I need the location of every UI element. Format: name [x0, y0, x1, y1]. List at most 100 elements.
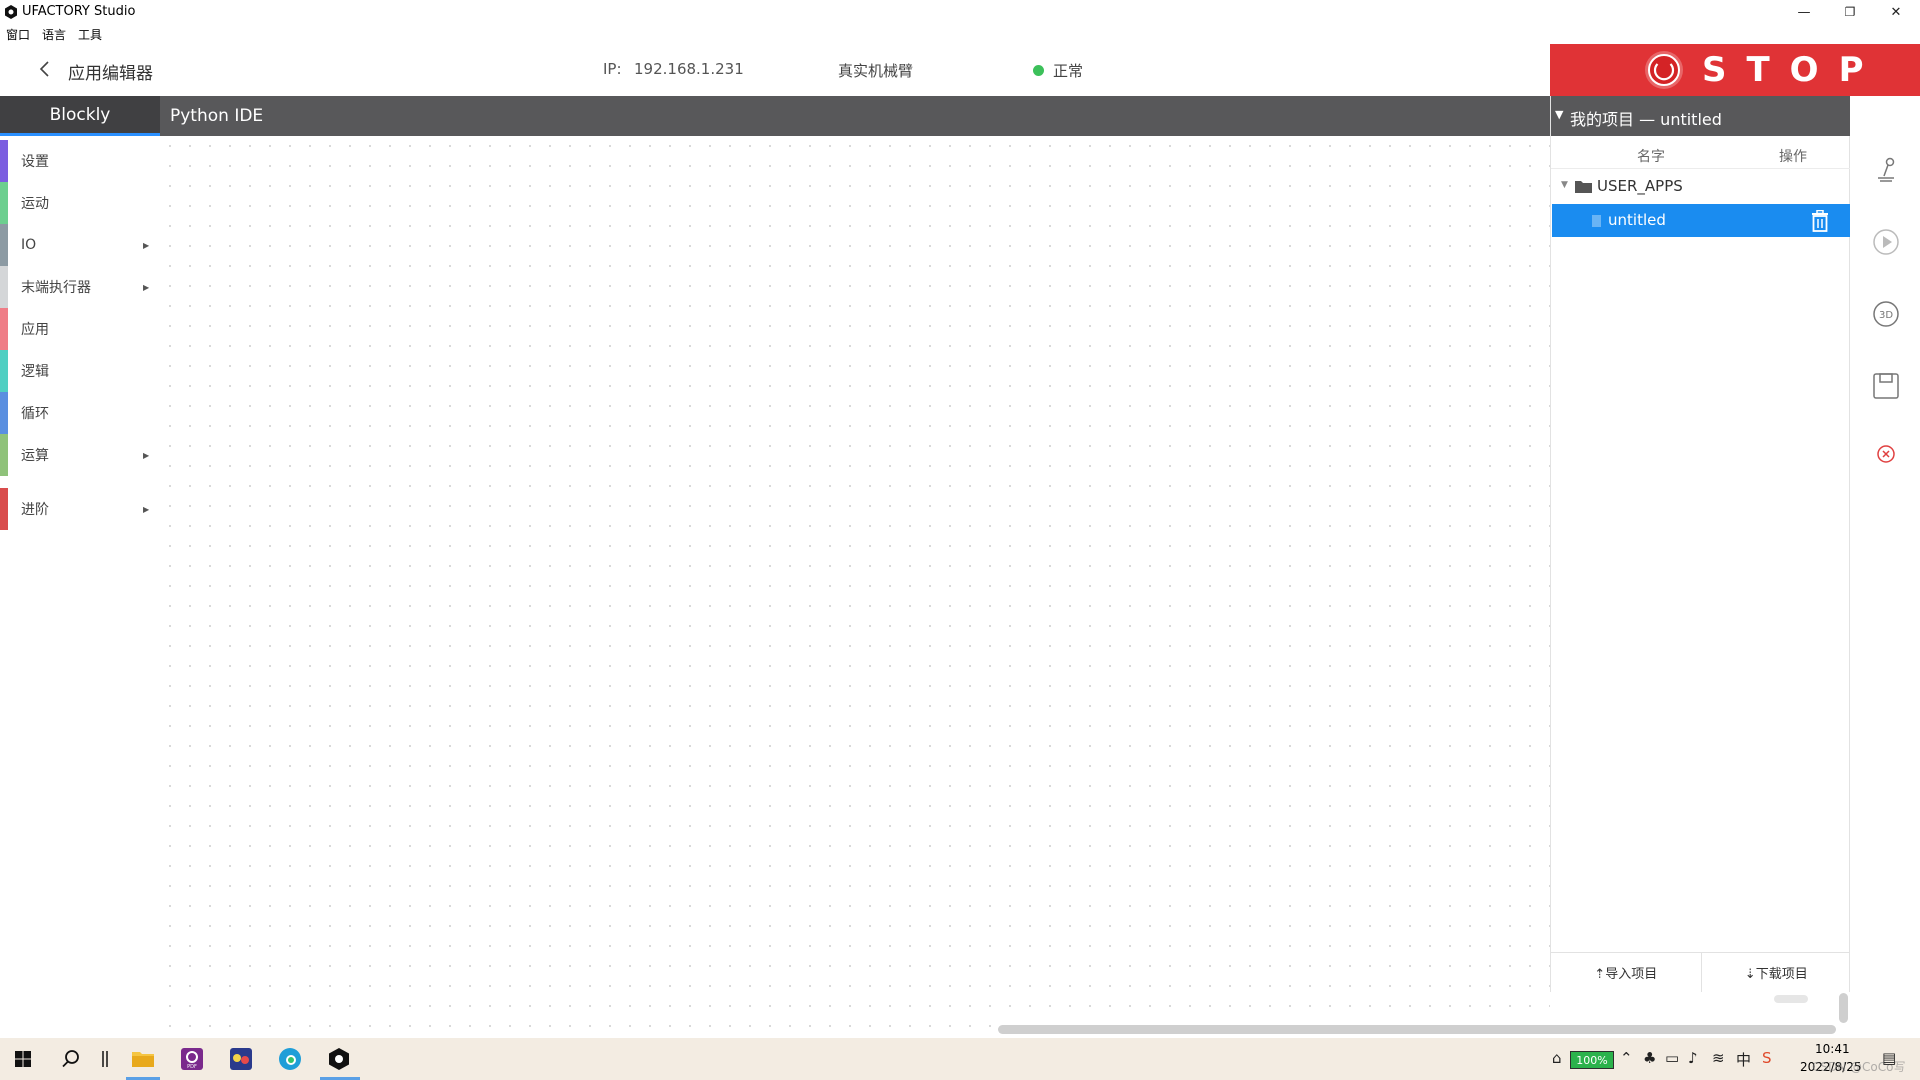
category-label: 应用	[21, 322, 49, 338]
clock-time[interactable]: 10:41	[1815, 1042, 1850, 1056]
category-label: 循环	[21, 406, 49, 422]
category-label: 末端执行器	[21, 280, 91, 296]
ip-label: IP:	[603, 60, 622, 78]
tree-folder-user-apps[interactable]: ▼ USER_APPS	[1551, 171, 1851, 201]
folder-icon	[1575, 181, 1592, 193]
editor-tabs: Blockly Python IDE	[0, 96, 1550, 136]
wifi-tray-icon[interactable]: ≋	[1712, 1049, 1725, 1067]
category-color-bar	[0, 224, 8, 266]
status-indicator	[1033, 65, 1044, 76]
import-project-button[interactable]: ⇡导入项目	[1551, 953, 1702, 992]
trash-can-flyout-handle[interactable]	[1774, 995, 1808, 1003]
robot-mode[interactable]: 真实机械臂	[838, 60, 913, 81]
power-tray-icon[interactable]: ▭	[1665, 1049, 1679, 1067]
window-title: UFACTORY Studio	[22, 4, 136, 19]
svg-text:PDF: PDF	[187, 1064, 197, 1070]
collapse-caret-icon: ▼	[1555, 108, 1564, 121]
category-application[interactable]: 应用	[0, 308, 160, 350]
file-label: untitled	[1608, 211, 1666, 229]
category-label: 设置	[21, 154, 49, 170]
menubar: 窗口 语言 工具	[0, 24, 1920, 44]
category-label: 进阶	[21, 502, 49, 518]
page-title: 应用编辑器	[68, 64, 153, 84]
submenu-arrow-icon: ▶	[143, 504, 150, 514]
submenu-arrow-icon: ▶	[143, 240, 150, 250]
column-name-header: 名字	[1637, 149, 1665, 165]
file-icon	[1592, 215, 1601, 227]
sogou-input-icon[interactable]: S	[1762, 1049, 1772, 1067]
usb-tray-icon[interactable]: ⌂	[1552, 1049, 1562, 1067]
close-circle-icon[interactable]	[1872, 440, 1900, 468]
project-panel-footer: ⇡导入项目 ⇣下载项目	[1551, 952, 1851, 992]
ip-address: 192.168.1.231	[634, 60, 744, 78]
workspace-vertical-scrollbar[interactable]	[1839, 993, 1848, 1023]
menu-tools[interactable]: 工具	[78, 26, 102, 43]
tree-file-untitled[interactable]: untitled	[1552, 204, 1850, 237]
category-color-bar	[0, 140, 8, 182]
column-action-header: 操作	[1779, 149, 1807, 165]
restore-button[interactable]: ❐	[1827, 0, 1873, 24]
category-color-bar	[0, 308, 8, 350]
task-view-icon[interactable]	[93, 1046, 119, 1072]
battery-indicator[interactable]: 100%	[1570, 1051, 1614, 1069]
project-panel: ▼ 我的项目 — untitled 名字 操作 ▼ USER_APPS unti…	[1550, 96, 1851, 992]
stop-label: STOP	[1702, 50, 1884, 90]
delete-trash-icon[interactable]	[1810, 210, 1830, 232]
submenu-arrow-icon: ▶	[143, 450, 150, 460]
right-tool-rail: 3D	[1850, 96, 1920, 1038]
project-panel-title: 我的项目 — untitled	[1570, 110, 1722, 129]
workspace-horizontal-scrollbar[interactable]	[998, 1025, 1836, 1034]
tab-blockly[interactable]: Blockly	[0, 96, 160, 136]
emergency-stop-button[interactable]: STOP	[1550, 44, 1920, 96]
category-color-bar	[0, 266, 8, 308]
show-hidden-icons-icon[interactable]: ⌃	[1620, 1049, 1633, 1067]
category-label: 逻辑	[21, 364, 49, 380]
category-logic[interactable]: 逻辑	[0, 350, 160, 392]
blockly-workspace[interactable]	[160, 136, 1550, 1038]
category-settings[interactable]: 设置	[0, 140, 160, 182]
windows-start-icon[interactable]	[10, 1046, 36, 1072]
category-io[interactable]: IO ▶	[0, 224, 160, 266]
ime-tray-icon[interactable]: 中	[1736, 1049, 1751, 1070]
app-header: 应用编辑器 IP: 192.168.1.231 真实机械臂 正常	[0, 44, 1550, 96]
play-icon[interactable]	[1872, 228, 1900, 256]
robot-arm-icon[interactable]	[1872, 156, 1900, 184]
power-stop-icon	[1645, 51, 1683, 89]
category-math[interactable]: 运算 ▶	[0, 434, 160, 476]
category-color-bar	[0, 488, 8, 530]
volume-tray-icon[interactable]: ♪	[1688, 1049, 1698, 1067]
network-tray-icon[interactable]: ♣	[1643, 1049, 1656, 1067]
category-end-effector[interactable]: 末端执行器 ▶	[0, 266, 160, 308]
menu-language[interactable]: 语言	[42, 26, 66, 43]
tab-python-ide[interactable]: Python IDE	[160, 96, 360, 136]
svg-text:3D: 3D	[1879, 310, 1893, 321]
back-arrow-icon[interactable]	[36, 58, 54, 80]
status-text: 正常	[1053, 62, 1084, 80]
submenu-arrow-icon: ▶	[143, 282, 150, 292]
category-loop[interactable]: 循环	[0, 392, 160, 434]
windows-taskbar: PDF ⌂ 100% ⌃ ♣ ▭ ♪ ≋ 中 S 10:41 2022/8/25…	[0, 1038, 1920, 1080]
app-game-icon[interactable]	[228, 1046, 254, 1072]
close-button[interactable]: ✕	[1873, 0, 1919, 24]
folder-expand-caret-icon[interactable]: ▼	[1561, 180, 1568, 190]
project-panel-header[interactable]: ▼ 我的项目 — untitled	[1551, 96, 1851, 136]
3d-view-icon[interactable]: 3D	[1872, 300, 1900, 328]
category-label: IO	[21, 237, 37, 253]
ufactory-studio-taskbar-icon[interactable]	[326, 1046, 352, 1072]
minimize-button[interactable]: —	[1781, 0, 1827, 24]
menu-window[interactable]: 窗口	[6, 26, 30, 43]
ufactory-logo-icon	[5, 5, 17, 19]
block-category-sidebar: 设置 运动 IO ▶ 末端执行器 ▶ 应用 逻辑 循环 运算 ▶ 进阶 ▶	[0, 138, 160, 1038]
category-advanced[interactable]: 进阶 ▶	[0, 488, 160, 530]
search-icon[interactable]	[58, 1046, 84, 1072]
pdf-app-icon[interactable]: PDF	[179, 1046, 205, 1072]
category-color-bar	[0, 434, 8, 476]
edge-browser-icon[interactable]	[277, 1046, 303, 1072]
file-explorer-icon[interactable]	[130, 1046, 156, 1072]
category-motion[interactable]: 运动	[0, 182, 160, 224]
notification-center-icon[interactable]: ▤	[1882, 1049, 1896, 1067]
download-project-button[interactable]: ⇣下载项目	[1702, 953, 1852, 992]
category-color-bar	[0, 350, 8, 392]
category-label: 运算	[21, 448, 49, 464]
save-icon[interactable]	[1872, 372, 1900, 400]
